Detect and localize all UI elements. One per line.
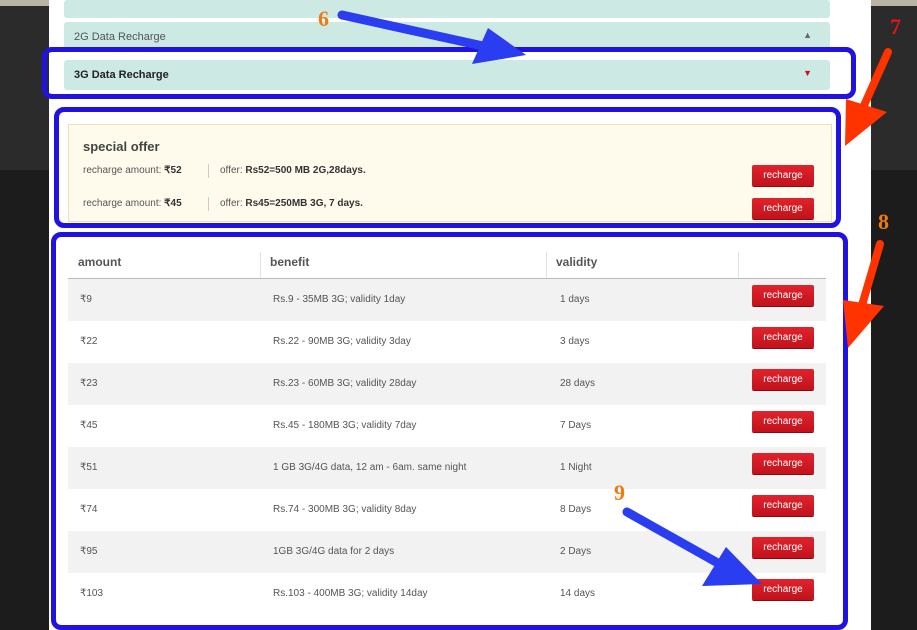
red-arrow-8 bbox=[843, 240, 884, 348]
blue-arrow-9 bbox=[622, 507, 762, 586]
annotation-number-8: 8 bbox=[878, 209, 889, 234]
annotation-number-9: 9 bbox=[614, 480, 625, 505]
annotation-arrows bbox=[337, 10, 892, 586]
red-arrow-7 bbox=[845, 48, 892, 146]
blue-arrow-6 bbox=[337, 10, 526, 64]
annotation-number-6: 6 bbox=[318, 6, 329, 31]
annotation-number-7: 7 bbox=[890, 14, 901, 39]
